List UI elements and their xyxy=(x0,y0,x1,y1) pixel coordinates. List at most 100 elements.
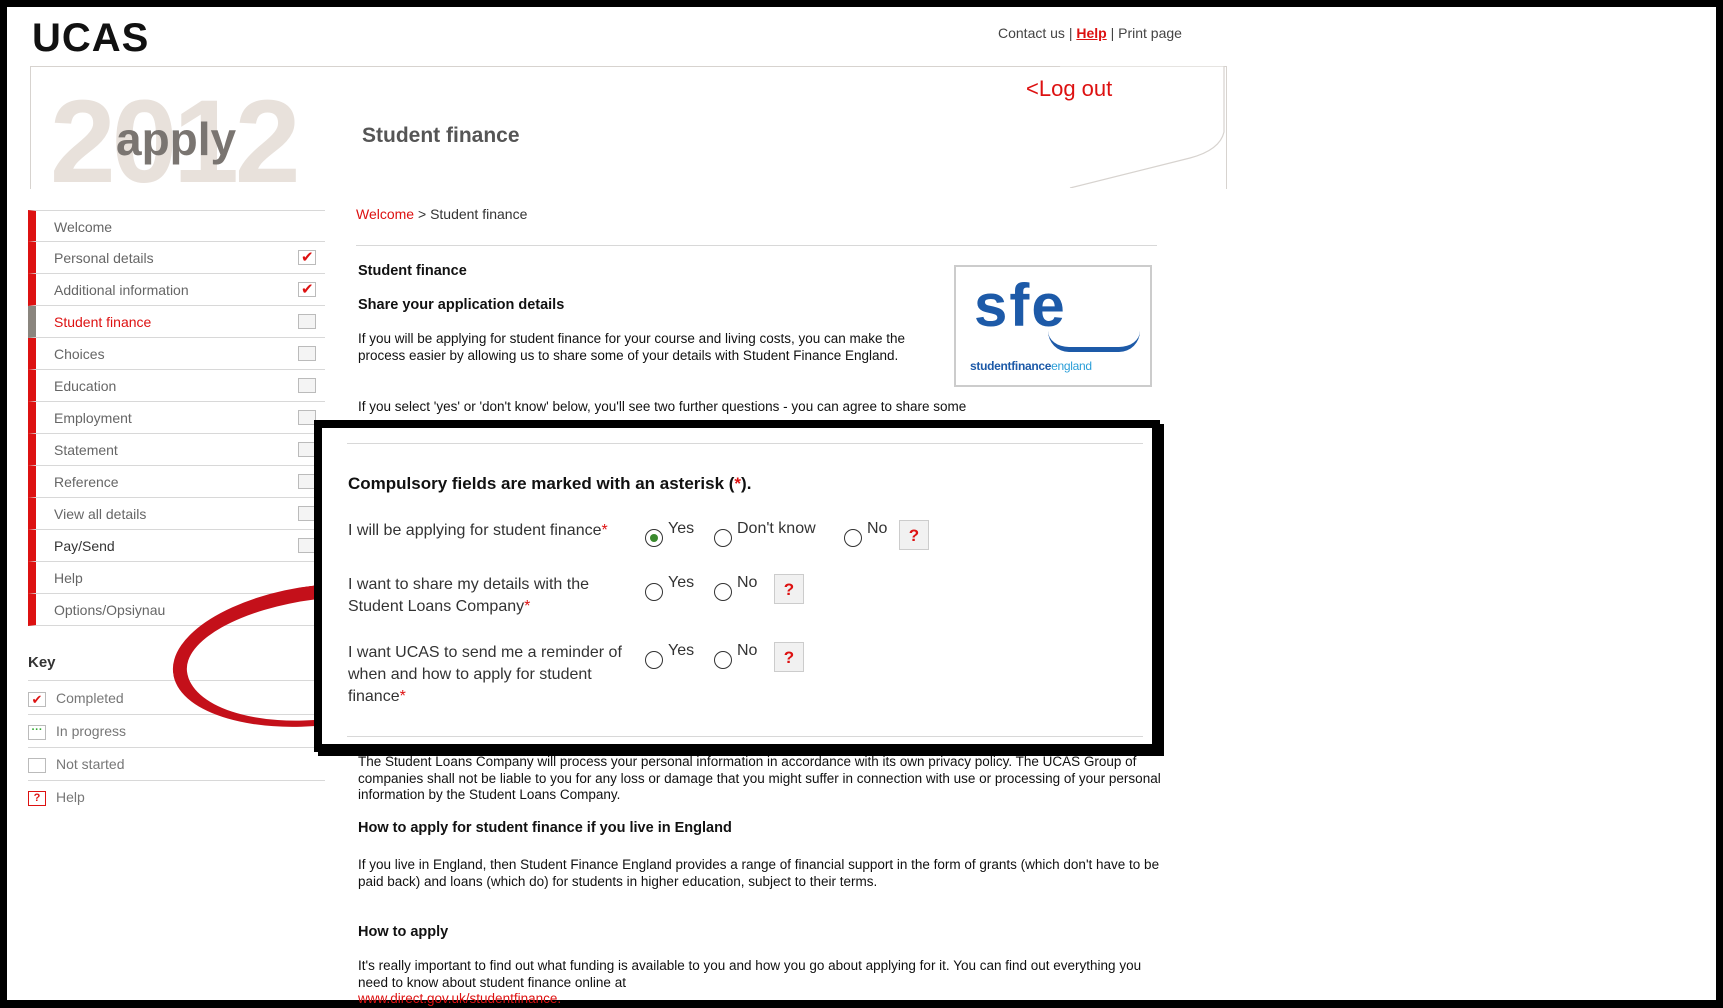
note-text: ). xyxy=(741,474,752,493)
breadcrumb-welcome-link[interactable]: Welcome xyxy=(356,206,414,222)
breadcrumb-separator: > xyxy=(414,206,431,222)
q2-no-radio[interactable] xyxy=(714,583,732,601)
how-to-apply-heading: How to apply xyxy=(358,924,449,940)
q3-help-button[interactable]: ? xyxy=(774,642,804,672)
completed-check-icon xyxy=(298,242,316,274)
sfe-logo: sfe studentfinanceengland xyxy=(954,265,1152,387)
separator: | xyxy=(1064,25,1077,41)
logout-link[interactable]: <Log out xyxy=(1026,76,1112,102)
not-started-box-icon xyxy=(298,346,316,361)
sidebar-item-pay-send[interactable]: Pay/Send xyxy=(28,530,325,562)
intro-paragraph: If you will be applying for student fina… xyxy=(358,331,906,363)
contact-us-link[interactable]: Contact us xyxy=(998,25,1065,41)
q1-yes-label[interactable]: Yes xyxy=(668,520,694,538)
key-label: Not started xyxy=(56,756,125,772)
sidebar-item-statement[interactable]: Statement xyxy=(28,434,325,466)
apply-logo: apply xyxy=(116,113,237,165)
help-link[interactable]: Help xyxy=(1076,25,1106,41)
england-heading: How to apply for student finance if you … xyxy=(358,820,732,836)
sidebar-item-employment[interactable]: Employment xyxy=(28,402,325,434)
asterisk: * xyxy=(524,598,531,615)
not-started-box-icon xyxy=(28,757,46,773)
help-question-icon: ? xyxy=(28,790,46,806)
q1-help-button[interactable]: ? xyxy=(899,520,929,550)
studentfinance-link[interactable]: www.direct.gov.uk/studentfinance. xyxy=(358,991,1163,1008)
key-heading: Key xyxy=(28,654,56,671)
sidebar-item-view-all-details[interactable]: View all details xyxy=(28,498,325,530)
sidebar-item-label: Education xyxy=(54,378,117,394)
key-label: In progress xyxy=(56,723,127,739)
q2-label: I want to share my details with the Stud… xyxy=(348,574,633,618)
compulsory-fields-note: Compulsory fields are marked with an ast… xyxy=(348,474,751,494)
not-started-box-icon xyxy=(298,378,316,393)
england-paragraph: If you live in England, then Student Fin… xyxy=(358,857,1160,889)
q2-yes-label[interactable]: Yes xyxy=(668,574,694,592)
q3-label: I want UCAS to send me a reminder of whe… xyxy=(348,642,633,708)
question-text: I want UCAS to send me a reminder of whe… xyxy=(348,644,622,705)
key-help: ? Help xyxy=(28,781,85,813)
how-to-apply-paragraph: It's really important to find out what f… xyxy=(358,958,1142,990)
sidebar-item-education[interactable]: Education xyxy=(28,370,325,402)
breadcrumb: Welcome > Student finance xyxy=(356,206,527,222)
sidebar-item-label: Welcome xyxy=(54,219,113,235)
divider xyxy=(347,736,1143,737)
q3-yes-radio[interactable] xyxy=(645,651,663,669)
q2-help-button[interactable]: ? xyxy=(774,574,804,604)
sidebar-item-label: Pay/Send xyxy=(54,538,115,554)
sidebar-item-additional-information[interactable]: Additional information xyxy=(28,274,325,306)
sidebar-item-label: Reference xyxy=(54,474,119,490)
key-completed: ✔ Completed xyxy=(28,682,124,714)
sfe-swoosh-icon xyxy=(1048,331,1140,352)
sidebar-item-label: View all details xyxy=(54,506,147,522)
q1-dont-know-radio[interactable] xyxy=(714,529,732,547)
in-progress-dots-icon: ··· xyxy=(28,724,46,740)
ucas-logo[interactable]: UCAS xyxy=(32,16,149,61)
note-text: Compulsory fields are marked with an ast… xyxy=(348,474,735,493)
sidebar-item-reference[interactable]: Reference xyxy=(28,466,325,498)
q3-yes-label[interactable]: Yes xyxy=(668,642,694,660)
student-finance-form-panel: Compulsory fields are marked with an ast… xyxy=(314,420,1160,752)
completed-check-icon: ✔ xyxy=(28,691,46,707)
sidebar-item-label: Statement xyxy=(54,442,118,458)
sidebar-item-label: Choices xyxy=(54,346,105,362)
sfe-caption-part: studentfinance xyxy=(970,359,1052,373)
q1-no-label[interactable]: No xyxy=(867,520,887,538)
sfe-caption-part: england xyxy=(1051,359,1092,373)
q1-dont-know-label[interactable]: Don't know xyxy=(737,520,816,538)
sidebar-item-label: Additional information xyxy=(54,282,189,298)
sidebar-item-label: Student finance xyxy=(54,314,152,330)
sfe-logo-caption: studentfinanceengland xyxy=(970,359,1092,373)
sidebar-item-personal-details[interactable]: Personal details xyxy=(28,242,325,274)
q2-yes-radio[interactable] xyxy=(645,583,663,601)
key-in-progress: ··· In progress xyxy=(28,715,126,747)
question-text: I want to share my details with the Stud… xyxy=(348,576,589,615)
not-started-box-icon xyxy=(298,314,316,329)
sfe-logo-text: sfe xyxy=(974,272,1067,339)
q3-no-radio[interactable] xyxy=(714,651,732,669)
asterisk: * xyxy=(399,688,406,705)
sidebar-item-label: Options/Opsiynau xyxy=(54,602,166,618)
sidebar-item-welcome[interactable]: Welcome xyxy=(28,210,325,242)
sidebar-item-help[interactable]: Help xyxy=(28,562,325,594)
sidebar-item-label: Help xyxy=(54,570,83,586)
key-label: Help xyxy=(56,789,85,805)
print-page-link[interactable]: Print page xyxy=(1118,25,1182,41)
key-label: Completed xyxy=(56,690,124,706)
sidebar-nav: Welcome Personal details Additional info… xyxy=(28,210,325,626)
divider xyxy=(347,443,1143,444)
q1-label: I will be applying for student finance* xyxy=(348,520,633,542)
question-text: I will be applying for student finance xyxy=(348,522,602,539)
sidebar-item-student-finance[interactable]: Student finance xyxy=(28,306,325,338)
separator: | xyxy=(1106,25,1119,41)
q2-no-label[interactable]: No xyxy=(737,574,757,592)
breadcrumb-current: Student finance xyxy=(430,206,528,222)
q1-yes-radio[interactable] xyxy=(645,529,663,547)
completed-check-icon xyxy=(298,274,316,306)
top-links: Contact us | Help | Print page xyxy=(998,25,1182,41)
sidebar-item-choices[interactable]: Choices xyxy=(28,338,325,370)
sidebar-item-label: Employment xyxy=(54,410,132,426)
divider xyxy=(356,245,1157,246)
q3-no-label[interactable]: No xyxy=(737,642,757,660)
q1-no-radio[interactable] xyxy=(844,529,862,547)
sidebar-item-label: Personal details xyxy=(54,250,154,266)
